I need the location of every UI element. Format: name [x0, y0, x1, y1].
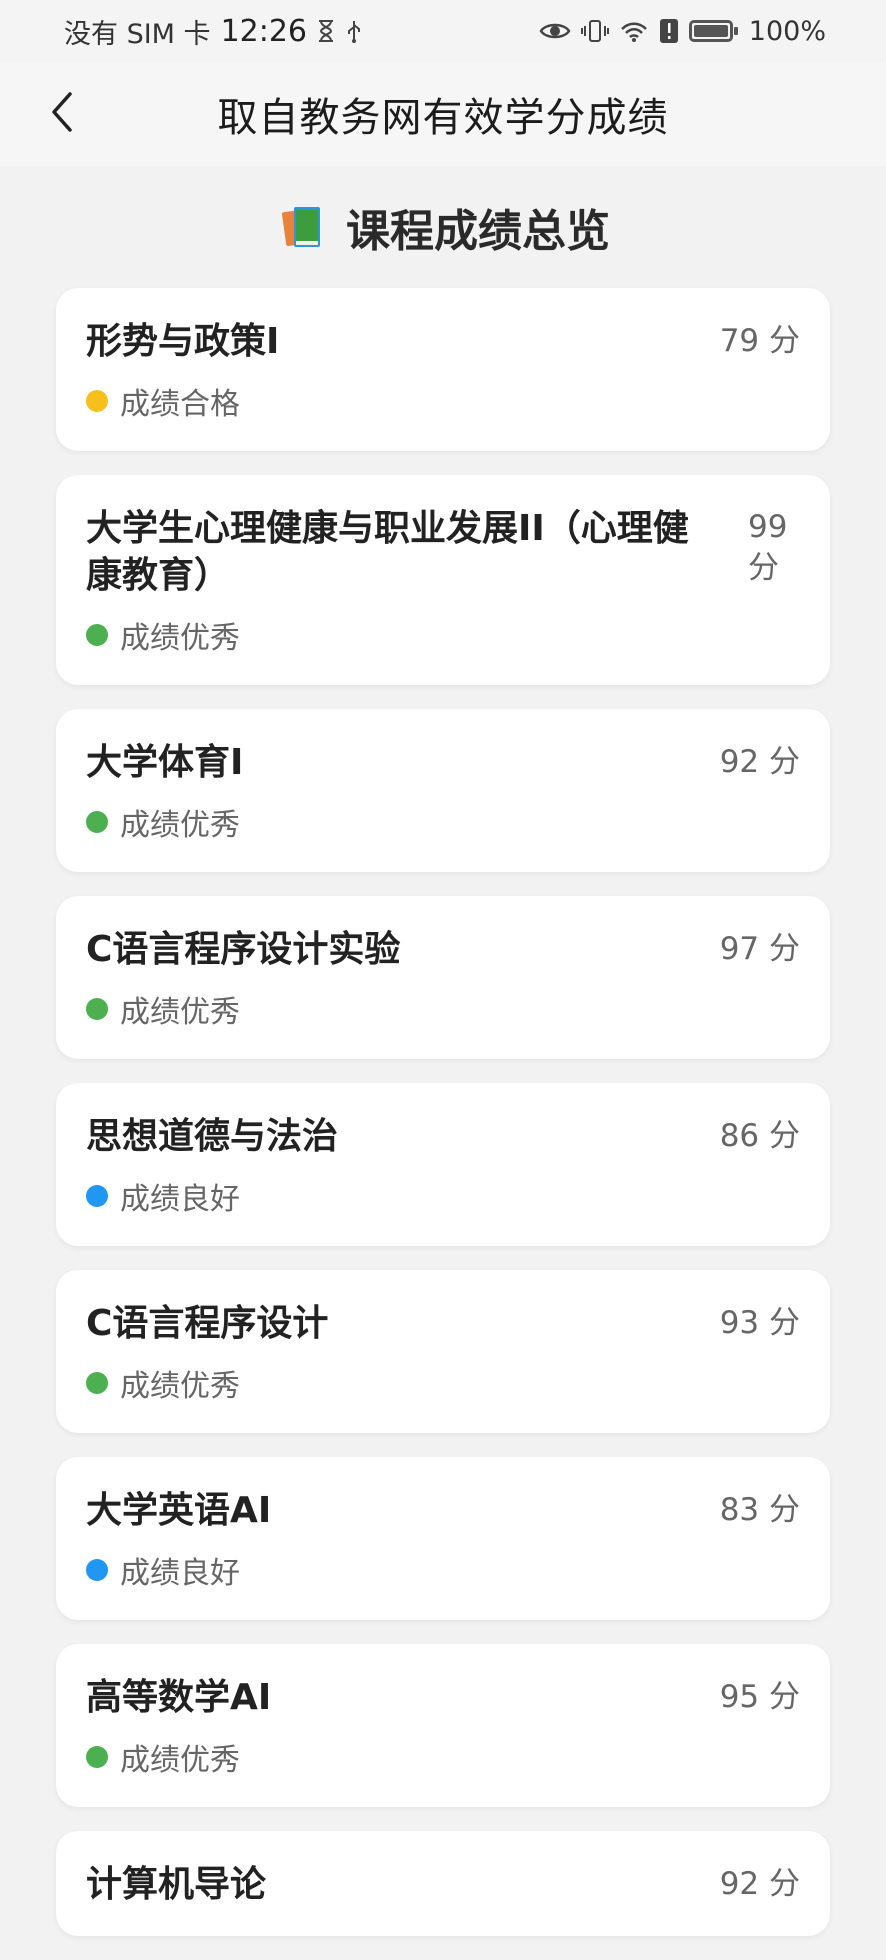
status-text: 成绩良好 — [120, 1182, 240, 1217]
course-card[interactable]: 计算机导论 92 分 — [56, 1831, 830, 1936]
course-status: 成绩优秀 — [86, 1735, 800, 1779]
overview-title: 课程成绩总览 — [346, 206, 610, 257]
course-status: 成绩合格 — [86, 379, 800, 423]
course-name: 思想道德与法治 — [86, 1116, 339, 1157]
course-card[interactable]: 大学体育I 92 分 成绩优秀 — [56, 709, 830, 872]
course-name: 高等数学AI — [86, 1677, 272, 1718]
status-bar: 没有 SIM 卡 12:26 100% — [0, 0, 886, 62]
status-text: 成绩良好 — [120, 1556, 240, 1591]
status-text: 成绩优秀 — [120, 621, 240, 656]
course-score: 83 分 — [719, 1492, 800, 1528]
page-title: 取自教务网有效学分成绩 — [217, 95, 669, 141]
course-list: 形势与政策I 79 分 成绩合格 大学生心理健康与职业发展II（心理健康教育） … — [0, 288, 886, 1936]
status-text: 成绩合格 — [120, 387, 240, 422]
status-dot — [86, 1559, 108, 1581]
course-name: 大学体育I — [86, 742, 244, 783]
course-card[interactable]: 大学生心理健康与职业发展II（心理健康教育） 99 分 成绩优秀 — [56, 475, 830, 685]
course-status: 成绩良好 — [86, 1174, 800, 1218]
app-bar: 取自教务网有效学分成绩 — [0, 62, 886, 166]
status-dot — [86, 1372, 108, 1394]
course-score: 92 分 — [719, 1866, 800, 1902]
course-card[interactable]: 大学英语AI 83 分 成绩良好 — [56, 1457, 830, 1620]
status-text: 成绩优秀 — [120, 1743, 240, 1778]
overview-header: 课程成绩总览 — [0, 166, 886, 288]
course-score: 95 分 — [719, 1679, 800, 1715]
course-status: 成绩优秀 — [86, 613, 800, 657]
status-text: 成绩优秀 — [120, 808, 240, 843]
course-name: C语言程序设计 — [86, 1303, 329, 1344]
main-content: 课程成绩总览 形势与政策I 79 分 成绩合格 大学生心理健康与职业发展II（心… — [0, 166, 886, 1960]
course-card[interactable]: 形势与政策I 79 分 成绩合格 — [56, 288, 830, 451]
course-status: 成绩良好 — [86, 1548, 800, 1592]
wifi-icon — [619, 19, 649, 43]
course-name: C语言程序设计实验 — [86, 929, 401, 970]
course-score: 79 分 — [719, 323, 800, 359]
status-time: 12:26 — [220, 13, 308, 49]
battery-icon — [688, 20, 738, 42]
hourglass-icon — [317, 19, 335, 43]
eye-icon — [539, 20, 571, 42]
usb-icon — [345, 19, 363, 43]
course-name: 大学生心理健康与职业发展II（心理健康教育） — [86, 508, 689, 596]
course-score: 86 分 — [719, 1118, 800, 1154]
status-dot — [86, 811, 108, 833]
status-dot — [86, 390, 108, 412]
status-dot — [86, 624, 108, 646]
back-arrow-icon — [46, 88, 78, 140]
status-text: 成绩优秀 — [120, 1369, 240, 1404]
vibrate-icon — [580, 19, 609, 43]
course-status: 成绩优秀 — [86, 800, 800, 844]
course-name: 大学英语AI — [86, 1490, 272, 1531]
course-card[interactable]: C语言程序设计实验 97 分 成绩优秀 — [56, 896, 830, 1059]
course-score: 97 分 — [719, 931, 800, 967]
course-card[interactable]: 思想道德与法治 86 分 成绩良好 — [56, 1083, 830, 1246]
status-dot — [86, 998, 108, 1020]
status-dot — [86, 1746, 108, 1768]
status-text: 成绩优秀 — [120, 995, 240, 1030]
books-icon — [276, 199, 332, 255]
course-name: 计算机导论 — [86, 1864, 267, 1905]
carrier-text: 没有 SIM 卡 — [64, 18, 211, 50]
course-score: 99 分 — [748, 509, 788, 586]
battery-text: 100% — [748, 15, 826, 47]
status-right: 100% — [539, 16, 826, 47]
back-button[interactable] — [26, 78, 98, 150]
status-dot — [86, 1185, 108, 1207]
course-score: 93 分 — [719, 1305, 800, 1341]
course-card[interactable]: 高等数学AI 95 分 成绩优秀 — [56, 1644, 830, 1807]
alert-icon — [659, 18, 679, 44]
course-card[interactable]: C语言程序设计 93 分 成绩优秀 — [56, 1270, 830, 1433]
status-left: 没有 SIM 卡 12:26 — [64, 12, 363, 51]
course-status: 成绩优秀 — [86, 987, 800, 1031]
course-name: 形势与政策I — [86, 321, 280, 362]
course-score: 92 分 — [719, 744, 800, 780]
course-status: 成绩优秀 — [86, 1361, 800, 1405]
